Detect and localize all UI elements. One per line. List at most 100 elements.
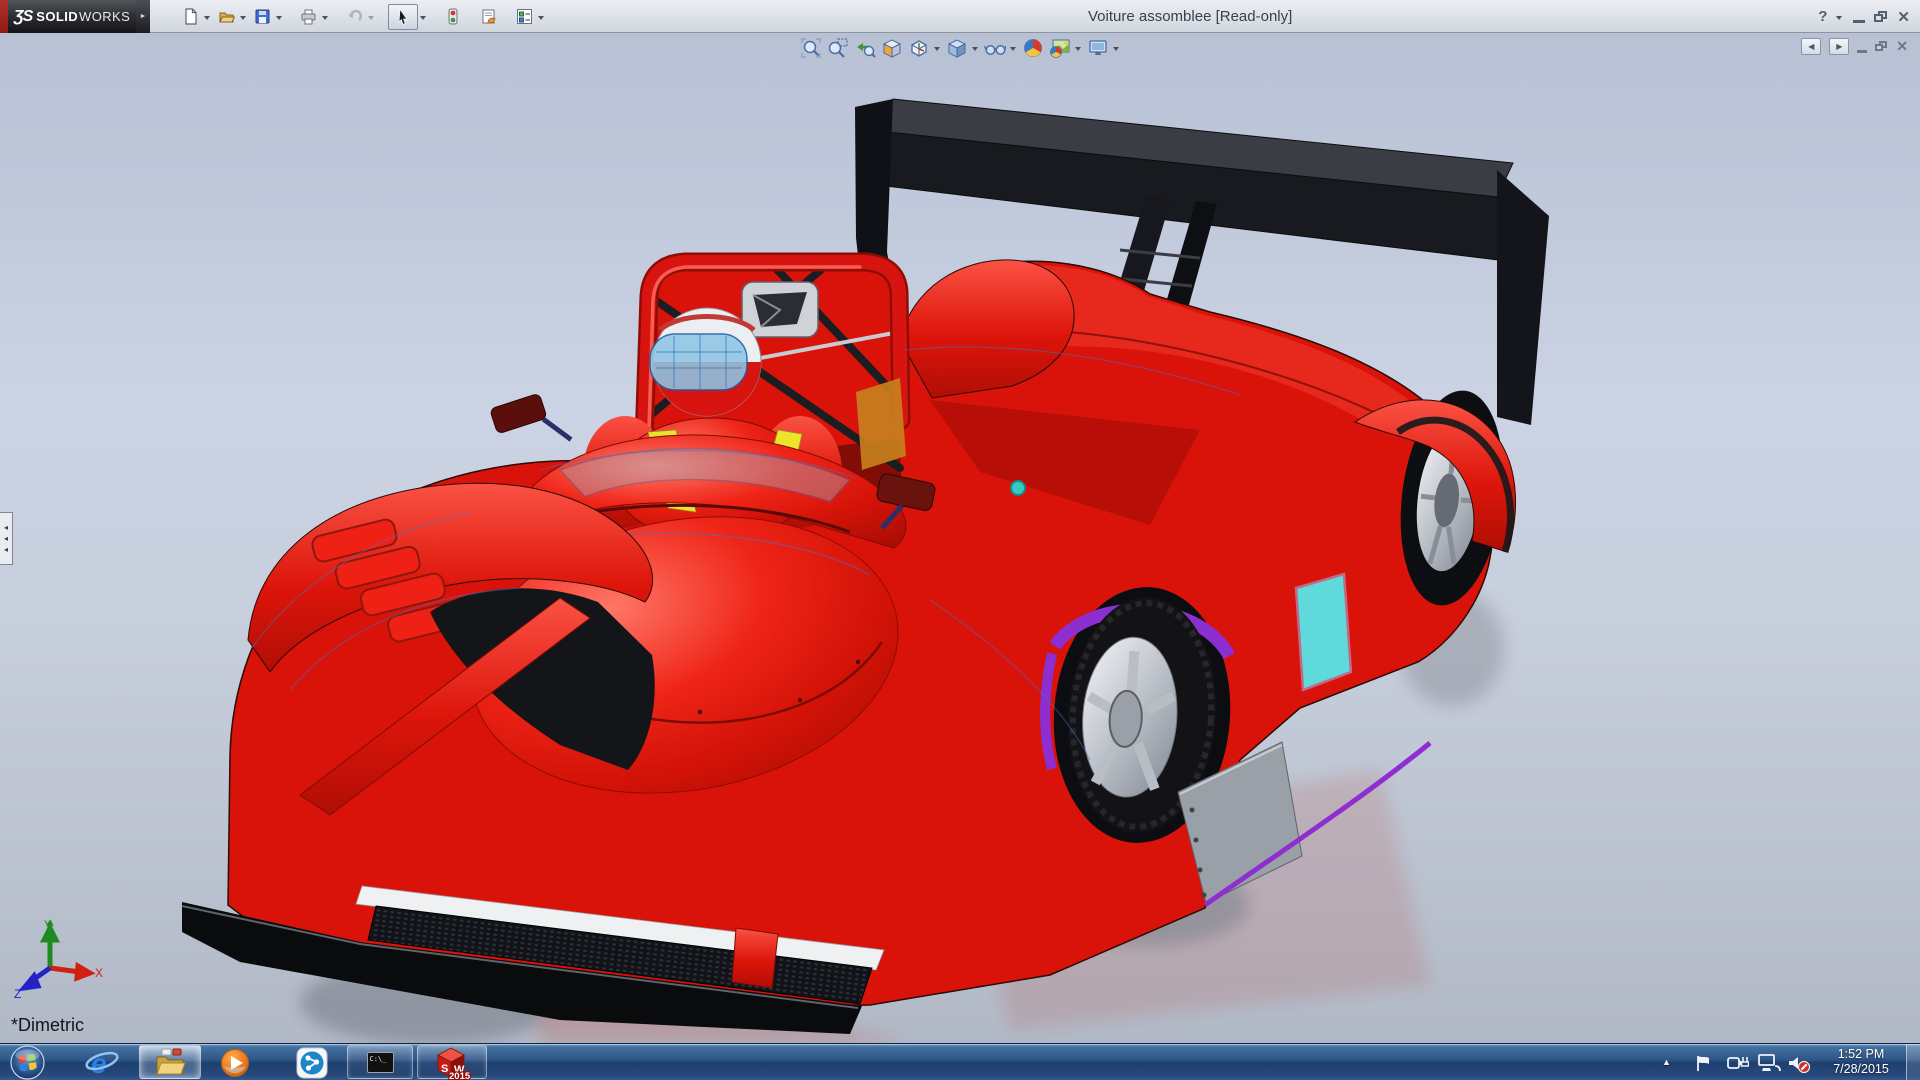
help-button[interactable]: ? — [1818, 8, 1827, 25]
edit-appearance-button[interactable] — [1021, 36, 1045, 60]
brand-accent-stripe — [0, 0, 8, 33]
previous-view-button[interactable] — [853, 36, 877, 60]
file-properties-icon — [480, 8, 497, 25]
view-settings-caret[interactable] — [1113, 47, 1119, 54]
help-dropdown-caret[interactable] — [1836, 16, 1842, 23]
share-app-icon — [295, 1047, 329, 1079]
select-dropdown-caret[interactable] — [420, 16, 426, 23]
options-dropdown-caret[interactable] — [538, 16, 544, 23]
taskbar-solidworks[interactable]: S W 2015 — [417, 1045, 487, 1079]
model-voiture-assomblee[interactable] — [0, 33, 1920, 1043]
graphics-area[interactable]: ◀ ▶ ✕ ◂ ◂ ◂ Y X Z *Dimetric — [0, 33, 1920, 1043]
apply-scene-caret[interactable] — [1075, 47, 1081, 54]
save-button[interactable] — [250, 4, 274, 30]
zoom-to-fit-button[interactable] — [799, 36, 823, 60]
cyan-fuel-cap — [1011, 481, 1025, 495]
save-dropdown-caret[interactable] — [276, 16, 282, 23]
view-orientation-icon — [908, 37, 930, 59]
taskbar-media-player[interactable] — [215, 1047, 255, 1078]
media-player-icon — [218, 1047, 252, 1079]
power-plug-icon[interactable] — [1727, 1054, 1749, 1072]
new-document-button[interactable] — [178, 4, 202, 30]
clock-date: 7/28/2015 — [1818, 1062, 1904, 1077]
display-style-caret[interactable] — [972, 47, 978, 54]
select-button[interactable] — [388, 4, 418, 30]
close-button[interactable]: ✕ — [1897, 8, 1910, 26]
open-folder-icon — [218, 8, 235, 25]
view-orientation-label: *Dimetric — [11, 1015, 84, 1036]
solidworks-cube-icon: S W 2015 — [433, 1044, 471, 1080]
sw-year: 2015 — [449, 1071, 471, 1080]
minimize-button[interactable] — [1853, 20, 1865, 23]
left-mirror — [490, 388, 571, 460]
print-button[interactable] — [296, 4, 320, 30]
taskbar-command-prompt[interactable]: C:\_ — [347, 1045, 413, 1079]
taskbar-share-app[interactable] — [292, 1047, 332, 1078]
solidworks-window: ƷS SOLID WORKS ► — [0, 0, 1920, 1080]
grille-divider — [732, 928, 778, 988]
file-properties-button[interactable] — [476, 4, 500, 30]
save-floppy-icon — [254, 8, 271, 25]
eyeglasses-icon — [984, 37, 1006, 59]
zoom-to-area-button[interactable] — [826, 36, 850, 60]
document-window-controls: ◀ ▶ ✕ — [1801, 38, 1908, 55]
undo-icon — [346, 8, 363, 25]
view-settings-button[interactable] — [1086, 36, 1110, 60]
options-button[interactable] — [512, 4, 536, 30]
view-orientation-caret[interactable] — [934, 47, 940, 54]
display-style-button[interactable] — [945, 36, 969, 60]
doc-close-button[interactable]: ✕ — [1896, 38, 1908, 55]
volume-muted-icon[interactable] — [1788, 1054, 1812, 1074]
triad-x-label: X — [95, 966, 103, 980]
view-orientation-button[interactable] — [907, 36, 931, 60]
cyan-side-duct — [1296, 574, 1351, 690]
new-document-icon — [182, 8, 199, 25]
logo-text-solid: SOLID — [36, 9, 78, 24]
window-title: Voiture assomblee [Read-only] — [1088, 8, 1292, 25]
sw-letter-s: S — [441, 1063, 448, 1075]
open-button[interactable] — [214, 4, 238, 30]
open-dropdown-caret[interactable] — [240, 16, 246, 23]
feature-manager-collapsed-tab[interactable]: ◂ ◂ ◂ — [0, 512, 13, 565]
section-view-button[interactable] — [880, 36, 904, 60]
rebuild-button[interactable] — [440, 4, 464, 30]
apply-scene-icon — [1049, 37, 1071, 59]
taskbar-internet-explorer[interactable]: e — [82, 1047, 122, 1078]
show-hidden-icons-button[interactable]: ▲ — [1662, 1057, 1671, 1067]
doc-minimize-button[interactable] — [1857, 50, 1867, 53]
standard-toolbar — [178, 0, 546, 33]
cockpit-side-panel — [856, 378, 906, 470]
hide-show-items-caret[interactable] — [1010, 47, 1016, 54]
window-controls: ? ✕ — [1818, 0, 1910, 33]
appearance-ball-icon — [1022, 37, 1044, 59]
section-view-icon — [881, 37, 903, 59]
apply-scene-button[interactable] — [1048, 36, 1072, 60]
network-icon[interactable] — [1758, 1054, 1782, 1072]
print-icon — [300, 8, 317, 25]
taskbar-clock[interactable]: 1:52 PM 7/28/2015 — [1818, 1047, 1904, 1078]
select-cursor-icon — [395, 8, 412, 25]
restore-button[interactable] — [1874, 11, 1888, 23]
undo-dropdown-caret[interactable] — [368, 16, 374, 23]
collapse-left-button[interactable]: ◀ — [1801, 38, 1821, 55]
triad-y-label: Y — [44, 918, 52, 932]
taskbar-windows-explorer[interactable] — [139, 1045, 201, 1079]
menu-expand-arrow[interactable]: ► — [136, 0, 150, 33]
orientation-triad: Y X Z — [0, 918, 110, 1018]
3ds-logo-mark: ƷS — [14, 8, 32, 26]
hide-show-items-button[interactable] — [983, 36, 1007, 60]
panel-arrow-icon: ◂ — [4, 523, 8, 532]
show-desktop-button[interactable] — [1906, 1044, 1920, 1080]
undo-button[interactable] — [342, 4, 366, 30]
new-dropdown-caret[interactable] — [204, 16, 210, 23]
doc-restore-button[interactable] — [1875, 41, 1888, 52]
zoom-to-area-icon — [827, 37, 849, 59]
panel-arrow-icon: ◂ — [4, 545, 8, 554]
action-center-flag-icon[interactable] — [1695, 1054, 1715, 1072]
print-dropdown-caret[interactable] — [322, 16, 328, 23]
display-style-icon — [946, 37, 968, 59]
triad-z-label: Z — [14, 987, 21, 1001]
view-settings-icon — [1087, 37, 1109, 59]
start-button[interactable] — [10, 1045, 45, 1080]
collapse-right-button[interactable]: ▶ — [1829, 38, 1849, 55]
